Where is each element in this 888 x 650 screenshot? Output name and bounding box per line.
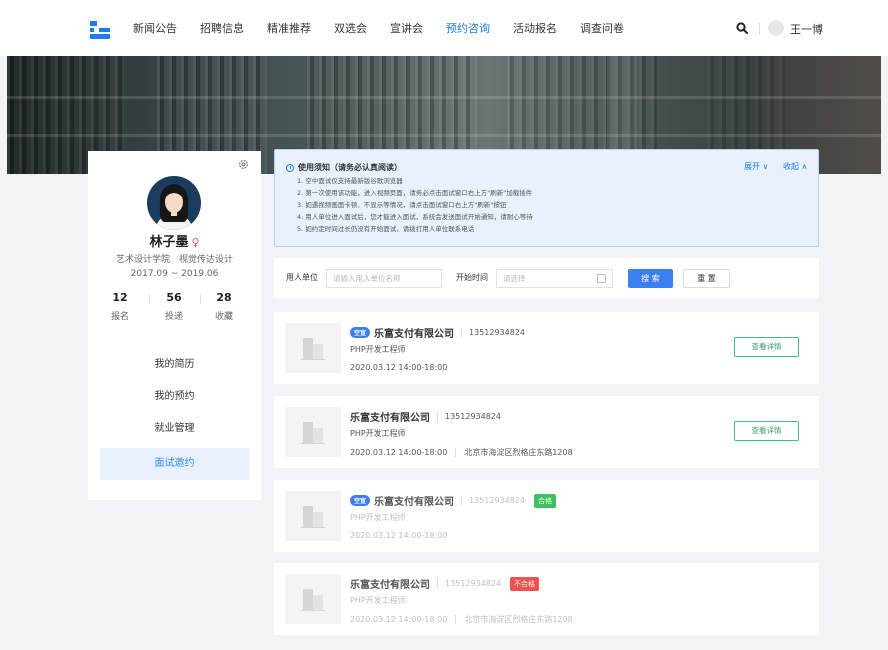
start-time-label: 开始时间	[456, 273, 488, 282]
stat-label: 投递	[164, 312, 183, 322]
profile-department: 艺术设计学院 视觉传达设计	[115, 255, 233, 265]
notice-title: 使用须知（请务必认真阅读）	[286, 162, 402, 173]
interview-time: 2020.03.12 14:00-18:00	[350, 615, 448, 624]
profile-card: 林子墨 ♀ 艺术设计学院 视觉传达设计 2017.09 ~ 2019.06 12 …	[88, 151, 261, 500]
notice-line: 2. 第一次使用该功能，进入视频页面，请务必点击面试窗口右上方"刷新"加载插件	[297, 189, 533, 197]
stat-label: 收藏	[214, 312, 233, 322]
interview-time: 2020.03.12 14:00-18:00	[350, 363, 448, 372]
profile-period: 2017.09 ~ 2019.06	[130, 269, 219, 279]
name-text: 林子墨	[149, 235, 189, 250]
logo-icon[interactable]	[90, 21, 110, 39]
notice-line: 3. 如遇视频画面卡顿、不显示等情况，请点击面试窗口右上方"刷新"按钮	[297, 201, 507, 209]
job-position: PHP开发工程师	[350, 345, 406, 354]
contact-phone: 13512934824	[469, 496, 526, 505]
search-filter-bar: 用人单位 请输入用人单位名称 开始时间 请选择 搜 索 重 置	[274, 258, 819, 298]
female-icon: ♀	[191, 236, 200, 249]
menu-employment[interactable]: 就业管理	[100, 413, 249, 445]
divider	[437, 579, 438, 588]
company-logo	[285, 574, 341, 624]
company-name[interactable]: 乐富支付有限公司	[374, 493, 454, 508]
settings-gear-icon[interactable]	[238, 159, 249, 170]
nav-survey[interactable]: 调查问卷	[580, 20, 624, 36]
divider	[759, 23, 760, 35]
job-position: PHP开发工程师	[350, 596, 406, 605]
profile-avatar[interactable]	[147, 176, 201, 230]
company-name[interactable]: 乐富支付有限公司	[374, 325, 454, 340]
usage-notice: 使用须知（请务必认真阅读） 1. 空中面试仅支持最新版谷歌浏览器 2. 第一次使…	[274, 149, 819, 247]
divider	[455, 448, 457, 457]
menu-my-resume[interactable]: 我的简历	[100, 349, 249, 381]
interview-time: 2020.03.12 14:00-18:00	[350, 448, 448, 457]
reset-button[interactable]: 重 置	[683, 269, 730, 288]
user-avatar[interactable]	[768, 20, 784, 36]
company-logo	[285, 323, 341, 373]
search-icon[interactable]	[736, 22, 748, 34]
info-icon	[286, 163, 294, 172]
interview-address: 北京市海淀区烈格庄东路1208	[464, 615, 573, 624]
start-time-picker[interactable]: 请选择	[496, 269, 613, 288]
profile-name: 林子墨 ♀	[88, 231, 261, 250]
stat-value: 56	[166, 291, 182, 304]
notice-title-text: 使用须知（请务必认真阅读）	[298, 163, 402, 172]
divider	[461, 328, 463, 337]
interview-card: 空宣 乐富支付有限公司 13512934824 合格 PHP开发工程师 2020…	[274, 480, 819, 552]
collapse-link[interactable]: 收起 ∧	[783, 161, 807, 172]
interview-card: 乐富支付有限公司 13512934824 不合格 PHP开发工程师 2020.0…	[274, 563, 819, 635]
interview-address: 北京市海淀区烈格庄东路1208	[464, 448, 573, 457]
stat-label: 报名	[110, 312, 129, 322]
nav-jobs[interactable]: 招聘信息	[200, 20, 244, 36]
top-navigation-bar: 新闻公告 招聘信息 精准推荐 双选会 宣讲会 预约咨询 活动报名 调查问卷 王一…	[0, 0, 888, 56]
stat-favorites[interactable]: 28 收藏	[204, 291, 244, 322]
search-button[interactable]: 搜 索	[628, 269, 673, 288]
contact-phone: 13512934824	[445, 579, 501, 588]
divider	[149, 294, 150, 304]
main-nav: 新闻公告 招聘信息 精准推荐 双选会 宣讲会 预约咨询 活动报名 调查问卷	[133, 0, 647, 56]
stat-value: 12	[112, 291, 128, 304]
user-name[interactable]: 王一博	[790, 21, 823, 37]
company-name[interactable]: 乐富支付有限公司	[350, 409, 430, 424]
divider	[437, 412, 438, 421]
stat-applications[interactable]: 56 投递	[154, 291, 194, 322]
nav-activity[interactable]: 活动报名	[513, 20, 557, 36]
remote-tag: 空宣	[350, 495, 371, 506]
company-logo	[285, 491, 341, 541]
unit-search-input[interactable]: 请输入用人单位名称	[326, 269, 442, 288]
menu-my-appointments[interactable]: 我的预约	[100, 381, 249, 413]
notice-line: 5. 如约定时间过长仍没有开始面试，请拨打用人单位联系电话	[297, 225, 475, 233]
time-placeholder: 请选择	[503, 274, 526, 283]
nav-job-fair[interactable]: 双选会	[334, 20, 367, 36]
notice-line: 4. 用人单位进入面试后，您才能进入面试，系统会发送面试开始通知，请耐心等待	[297, 213, 533, 221]
interview-card: 空宣 乐富支付有限公司 13512934824 PHP开发工程师 2020.03…	[274, 312, 819, 384]
result-fail-badge: 不合格	[510, 576, 539, 591]
divider	[461, 496, 463, 505]
view-details-button[interactable]: 查看详情	[734, 421, 799, 441]
nav-news[interactable]: 新闻公告	[133, 20, 177, 36]
remote-tag: 空宣	[350, 327, 371, 338]
view-details-button[interactable]: 查看详情	[734, 337, 799, 357]
calendar-icon	[597, 274, 606, 283]
company-name[interactable]: 乐富支付有限公司	[350, 576, 430, 591]
interview-card: 乐富支付有限公司 13512934824 PHP开发工程师 2020.03.12…	[274, 396, 819, 468]
interview-time: 2020.03.12 14:00-18:00	[350, 531, 448, 540]
menu-interview-invites[interactable]: 面试邀约	[100, 448, 249, 480]
job-position: PHP开发工程师	[350, 429, 406, 438]
divider	[200, 294, 201, 304]
nav-appointment[interactable]: 预约咨询	[446, 20, 490, 36]
result-pass-badge: 合格	[534, 493, 557, 508]
stat-signups[interactable]: 12 报名	[100, 291, 140, 322]
divider	[455, 615, 457, 624]
job-position: PHP开发工程师	[350, 513, 406, 522]
contact-phone: 13512934824	[469, 328, 526, 337]
notice-line: 1. 空中面试仅支持最新版谷歌浏览器	[297, 177, 403, 185]
expand-link[interactable]: 展开 ∨	[744, 161, 768, 172]
stat-value: 28	[216, 291, 232, 304]
contact-phone: 13512934824	[445, 412, 501, 421]
unit-label: 用人单位	[286, 273, 318, 282]
nav-recommend[interactable]: 精准推荐	[267, 20, 311, 36]
nav-presentation[interactable]: 宣讲会	[390, 20, 423, 36]
company-logo	[285, 407, 341, 457]
